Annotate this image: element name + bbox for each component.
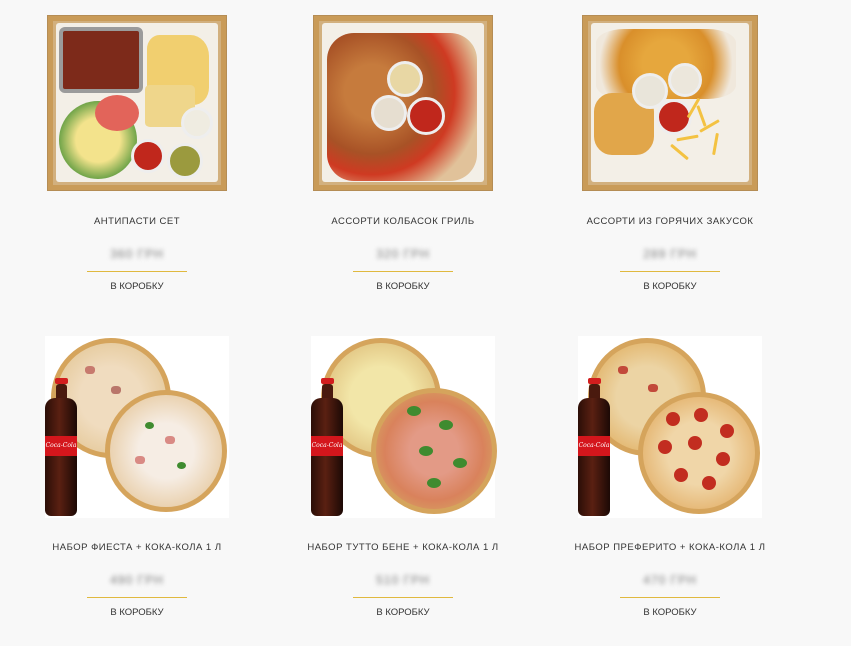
sauce-cup-ketchup <box>131 139 165 173</box>
ham-topping <box>135 456 145 464</box>
product-image-tutto-bene-set[interactable]: Coca-Cola <box>311 336 497 518</box>
basil-topping <box>439 420 453 430</box>
ham-topping <box>111 386 121 394</box>
product-card-tutto-bene-set[interactable]: Coca-Cola НАБОР ТУТТО БЕНЕ + КОКА-КОЛА 1… <box>268 336 538 646</box>
basil-topping <box>427 478 441 488</box>
coca-cola-bottle: Coca-Cola <box>45 378 77 516</box>
add-to-box-button[interactable]: В КОРОБКУ <box>535 281 805 292</box>
pepperoni-topping <box>674 468 688 482</box>
product-title[interactable]: НАБОР ФИЕСТА + КОКА-КОЛА 1 Л <box>2 542 272 553</box>
sauce-cup-mayo <box>181 107 213 139</box>
product-card-sausages[interactable]: АССОРТИ КОЛБАСОК ГРИЛЬ 320 ГРН В КОРОБКУ <box>268 15 538 325</box>
product-image-hot-snacks[interactable] <box>582 15 758 191</box>
product-image-sausages[interactable] <box>313 15 493 191</box>
coca-cola-bottle: Coca-Cola <box>311 378 343 516</box>
pepperoni-topping <box>688 436 702 450</box>
accent-divider <box>620 271 720 272</box>
product-price: 470 ГРН <box>643 573 697 587</box>
product-price: 510 ГРН <box>376 573 430 587</box>
add-to-box-button[interactable]: В КОРОБКУ <box>2 281 272 292</box>
accent-divider <box>87 271 187 272</box>
add-to-box-button[interactable]: В КОРОБКУ <box>268 281 538 292</box>
product-card-antipasti[interactable]: АНТИПАСТИ СЕТ 360 ГРН В КОРОБКУ <box>2 15 272 325</box>
pepperoni-topping <box>694 408 708 422</box>
accent-divider <box>620 597 720 598</box>
product-title[interactable]: НАБОР ТУТТО БЕНЕ + КОКА-КОЛА 1 Л <box>268 542 538 553</box>
ham-topping <box>165 436 175 444</box>
basil-topping <box>145 422 154 429</box>
product-card-hot-snacks[interactable]: АССОРТИ ИЗ ГОРЯЧИХ ЗАКУСОК 289 ГРН В КОР… <box>535 15 805 325</box>
product-card-fiesta-set[interactable]: Coca-Cola НАБОР ФИЕСТА + КОКА-КОЛА 1 Л 4… <box>2 336 272 646</box>
add-to-box-button[interactable]: В КОРОБКУ <box>535 607 805 618</box>
product-price: 320 ГРН <box>376 247 430 261</box>
accent-divider <box>353 271 453 272</box>
basil-topping <box>453 458 467 468</box>
accent-divider <box>353 597 453 598</box>
sauce-cup-mayo <box>668 63 702 97</box>
ham-topping <box>85 366 95 374</box>
pizza-front <box>371 388 497 514</box>
sauce-cup-pesto <box>167 143 203 179</box>
bottle-label: Coca-Cola <box>45 436 77 456</box>
product-title[interactable]: НАБОР ПРЕФЕРИТО + КОКА-КОЛА 1 Л <box>535 542 805 553</box>
pizza-front <box>105 390 227 512</box>
bottle-label: Coca-Cola <box>311 436 343 456</box>
pepperoni-topping <box>666 412 680 426</box>
product-title[interactable]: АССОРТИ КОЛБАСОК ГРИЛЬ <box>268 216 538 227</box>
product-title[interactable]: АНТИПАСТИ СЕТ <box>2 216 272 227</box>
product-image-fiesta-set[interactable]: Coca-Cola <box>45 336 229 518</box>
pepperoni-topping <box>716 452 730 466</box>
ham-topping <box>618 366 628 374</box>
pepperoni-topping <box>720 424 734 438</box>
bottle-neck <box>589 384 600 398</box>
basil-topping <box>407 406 421 416</box>
product-price: 289 ГРН <box>643 247 697 261</box>
basil-topping <box>177 462 186 469</box>
product-image-preferito-set[interactable]: Coca-Cola <box>578 336 762 518</box>
bottle-neck <box>56 384 67 398</box>
sauce-cup-mustard <box>387 61 423 97</box>
product-grid: АНТИПАСТИ СЕТ 360 ГРН В КОРОБКУ АССОРТИ … <box>0 0 851 638</box>
pepperoni-topping <box>658 440 672 454</box>
prosciutto <box>95 95 139 131</box>
product-title[interactable]: АССОРТИ ИЗ ГОРЯЧИХ ЗАКУСОК <box>535 216 805 227</box>
sauce-cup-tomato <box>407 97 445 135</box>
coca-cola-bottle: Coca-Cola <box>578 378 610 516</box>
bottle-neck <box>322 384 333 398</box>
product-price: 490 ГРН <box>110 573 164 587</box>
basil-topping <box>419 446 433 456</box>
pepperoni-topping <box>702 476 716 490</box>
ham-topping <box>648 384 658 392</box>
sausage-tin <box>59 27 143 93</box>
accent-divider <box>87 597 187 598</box>
add-to-box-button[interactable]: В КОРОБКУ <box>268 607 538 618</box>
product-image-antipasti[interactable] <box>47 15 227 191</box>
sauce-cup-garlic <box>371 95 407 131</box>
add-to-box-button[interactable]: В КОРОБКУ <box>2 607 272 618</box>
product-price: 360 ГРН <box>110 247 164 261</box>
bottle-label: Coca-Cola <box>578 436 610 456</box>
product-card-preferito-set[interactable]: Coca-Cola НАБОР ПРЕФЕРИТО + КОКА-КОЛА 1 … <box>535 336 805 646</box>
